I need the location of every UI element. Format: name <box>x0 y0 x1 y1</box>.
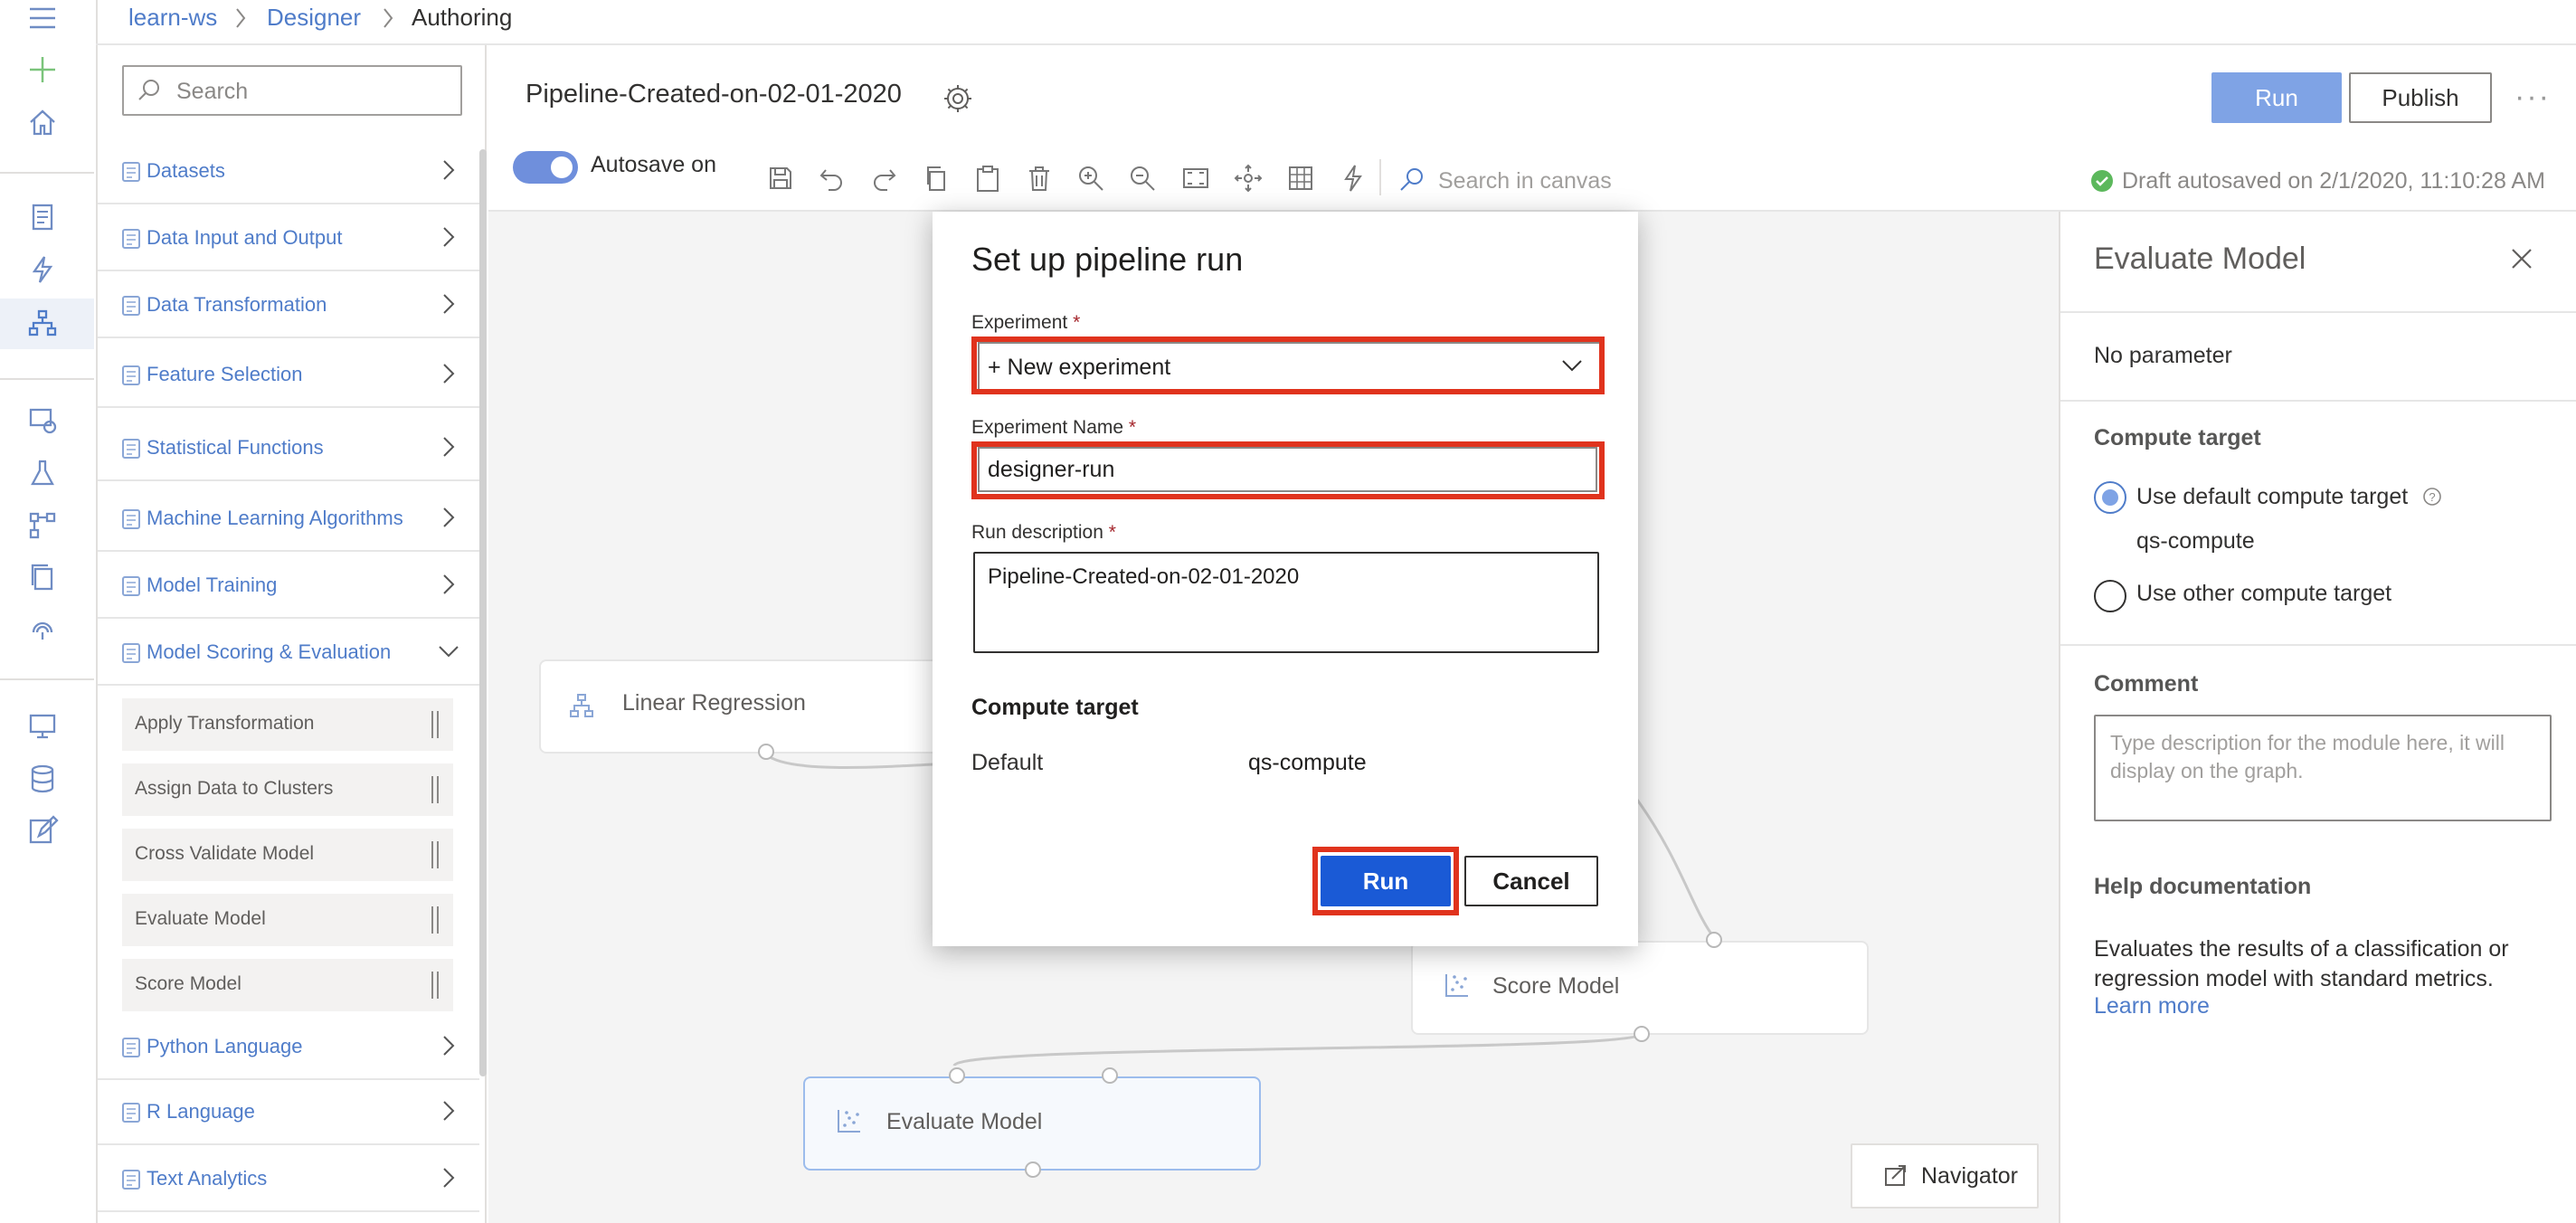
run-description-label-text: Run description <box>971 522 1103 543</box>
dialog-cancel-button[interactable]: Cancel <box>1464 856 1598 906</box>
compute-default-value: qs-compute <box>1248 750 1367 775</box>
highlight-run-button <box>1312 847 1459 915</box>
required-mark: * <box>1128 417 1137 438</box>
experiment-label-text: Experiment <box>971 312 1068 333</box>
highlight-experiment-name <box>971 441 1605 499</box>
compute-default-label: Default <box>971 750 1044 775</box>
experiment-name-label-text: Experiment Name <box>971 417 1124 438</box>
dialog-title: Set up pipeline run <box>971 241 1244 278</box>
run-description-textarea[interactable]: Pipeline-Created-on-02-01-2020 <box>973 552 1599 653</box>
required-mark: * <box>1073 312 1081 333</box>
required-mark: * <box>1108 522 1116 543</box>
dialog-compute-target-heading: Compute target <box>971 695 1139 720</box>
highlight-experiment-dropdown <box>971 337 1605 394</box>
run-description-label: Run description * <box>971 522 1116 544</box>
experiment-name-label: Experiment Name * <box>971 417 1136 439</box>
experiment-label: Experiment * <box>971 312 1080 334</box>
